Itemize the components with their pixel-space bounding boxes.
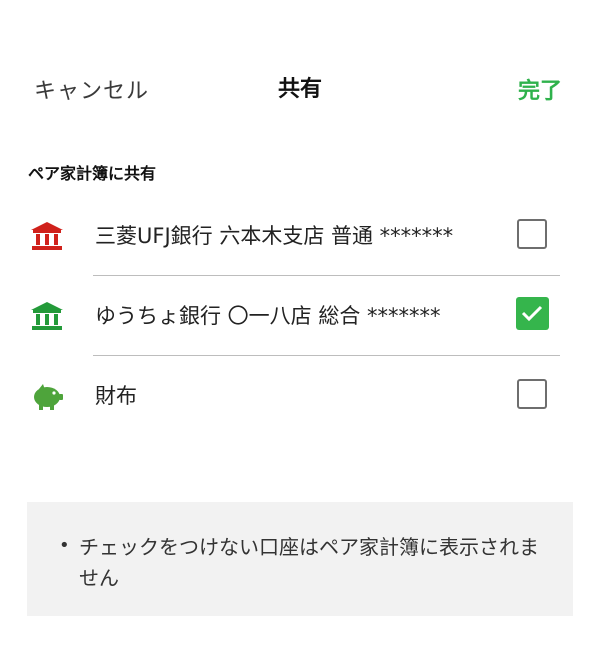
- list-item-account-2[interactable]: ゆうちょ銀行 〇一八店 総合 *******: [0, 276, 600, 356]
- cancel-button[interactable]: キャンセル: [34, 73, 149, 105]
- piggy-bank-icon: [30, 380, 64, 412]
- account-label: ゆうちょ銀行 〇一八店 総合 *******: [95, 304, 441, 328]
- share-checkbox[interactable]: [517, 379, 547, 409]
- note-bullet: •: [59, 535, 70, 556]
- bank-icon: [30, 220, 64, 252]
- header-bar: キャンセル 共有 完了: [0, 60, 600, 116]
- note-text: チェックをつけない口座はペア家計簿に表示されません: [79, 535, 539, 590]
- section-label: ペア家計簿に共有: [28, 164, 157, 183]
- info-note: • チェックをつけない口座はペア家計簿に表示されません: [27, 502, 573, 616]
- bank-icon: [30, 300, 64, 332]
- list-item-account-1[interactable]: 三菱UFJ銀行 六本木支店 普通 *******: [0, 196, 600, 276]
- account-label: 三菱UFJ銀行 六本木支店 普通 *******: [95, 224, 454, 248]
- share-checkbox[interactable]: [516, 297, 549, 330]
- share-checkbox[interactable]: [517, 219, 547, 249]
- account-label: 財布: [95, 384, 137, 408]
- list-item-account-3[interactable]: 財布: [0, 356, 600, 436]
- done-button[interactable]: 完了: [518, 73, 562, 105]
- account-list: 三菱UFJ銀行 六本木支店 普通 ******* ゆうちょ銀行 〇一八店 総合 …: [0, 196, 600, 436]
